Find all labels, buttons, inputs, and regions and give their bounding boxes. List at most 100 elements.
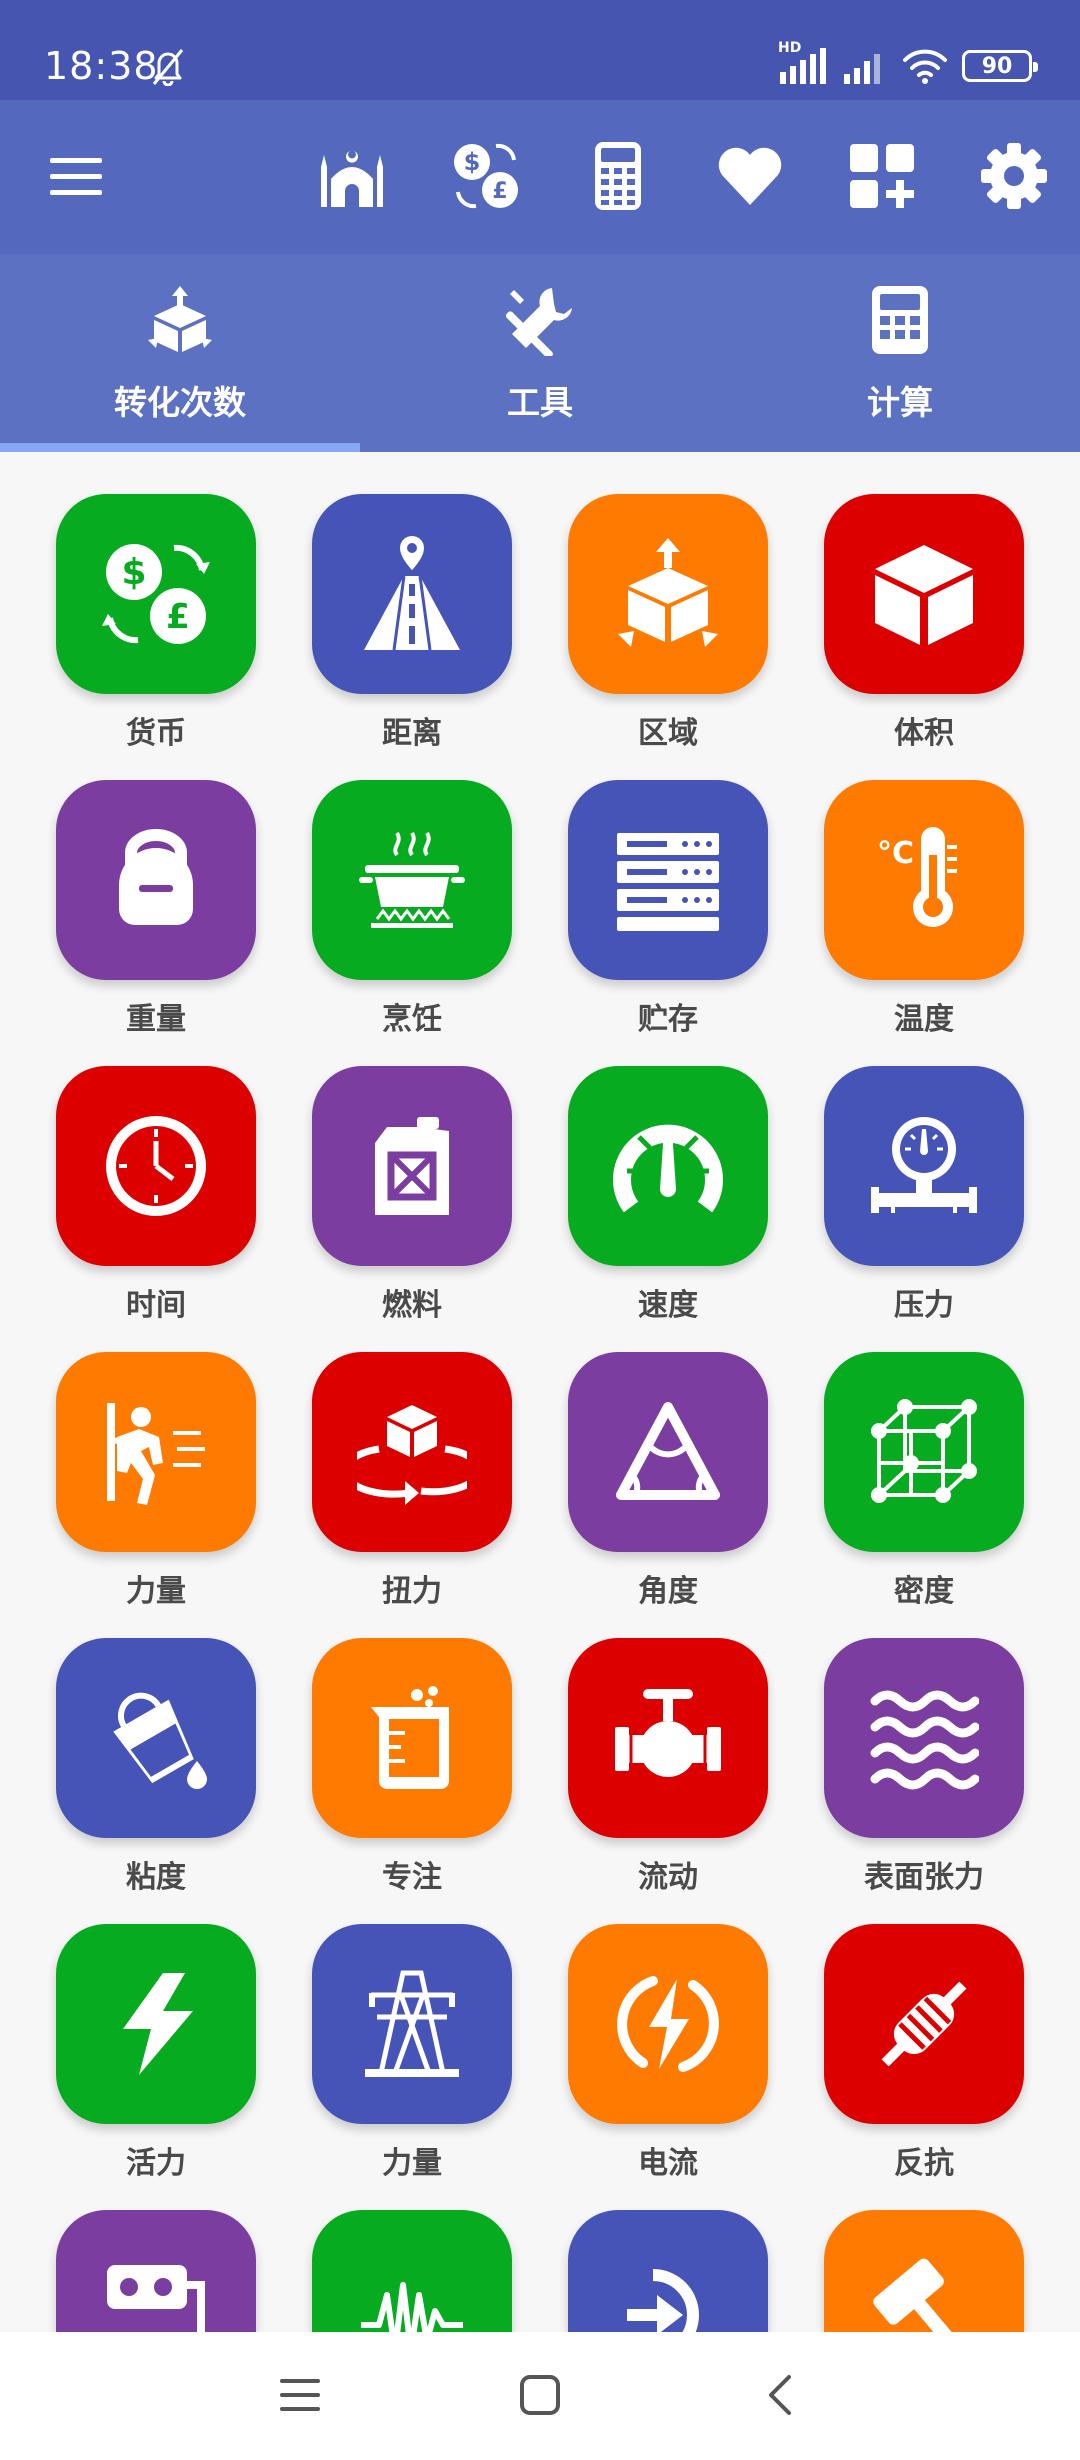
tab-calculate[interactable]: 计算: [720, 254, 1080, 452]
unit-tile-frequency[interactable]: [284, 2168, 540, 2332]
back-button[interactable]: [740, 2360, 820, 2430]
calculator-button[interactable]: [578, 136, 658, 216]
unit-tile-current[interactable]: 电流: [540, 1882, 796, 2181]
fuel-can-icon: [375, 1117, 449, 1215]
density-lattice-icon: [871, 1399, 977, 1503]
unit-tile-hammer[interactable]: [796, 2168, 1052, 2332]
wifi-icon: [902, 47, 948, 85]
unit-tile-plug[interactable]: [540, 2168, 796, 2332]
tools-icon: [504, 284, 576, 359]
menu-button[interactable]: [36, 136, 116, 216]
home-button[interactable]: [500, 2360, 580, 2430]
tab-label: 计算: [867, 383, 933, 422]
tile-background: [824, 1352, 1024, 1552]
battery-level: 90: [981, 53, 1013, 79]
conversion-grid: $ £ 货币 距离 区域 体积 重量 烹饪 贮存 °C 温度 时间 燃料 速度 …: [0, 452, 1080, 2332]
cube-icon: [875, 545, 973, 645]
unit-tile-temperature[interactable]: °C 温度: [796, 738, 1052, 1037]
power-tower-icon: [365, 1970, 459, 2077]
tile-background: [312, 1924, 512, 2124]
recents-button[interactable]: [260, 2360, 340, 2430]
tile-background: [568, 1924, 768, 2124]
tile-background: [568, 2210, 768, 2332]
tile-background: [568, 1638, 768, 1838]
tile-background: [56, 2210, 256, 2332]
unit-tile-distance[interactable]: 距离: [284, 452, 540, 751]
unit-tile-angle[interactable]: 角度: [540, 1310, 796, 1609]
valve-icon: [615, 1689, 721, 1777]
unit-tile-time[interactable]: 时间: [28, 1024, 284, 1323]
tile-background: [56, 780, 256, 980]
back-icon: [769, 2375, 791, 2415]
status-bar: 18:38 HD 90: [0, 0, 1080, 100]
torque-icon: [357, 1405, 467, 1505]
frequency-wave-icon: [361, 2282, 463, 2332]
svg-text:°C: °C: [877, 836, 914, 871]
system-nav-bar: [0, 2332, 1080, 2460]
beaker-icon: [371, 1686, 449, 1789]
waves-icon: [870, 1690, 979, 1790]
currency-icon: $£: [102, 544, 210, 644]
hammer-icon: [873, 2258, 961, 2332]
area-box-icon: [618, 538, 718, 647]
app-toolbar: $ £: [0, 100, 1080, 254]
heart-icon: [718, 147, 782, 205]
tile-background: [312, 1352, 512, 1552]
tile-background: [824, 1924, 1024, 2124]
conversion-icon: [144, 284, 216, 356]
menu-icon: [50, 158, 102, 195]
bell-off-icon: [150, 46, 186, 87]
tile-background: [56, 1638, 256, 1838]
unit-tile-flow[interactable]: 流动: [540, 1596, 796, 1895]
add-widget-icon: [850, 144, 914, 208]
pressure-gauge-icon: [871, 1117, 977, 1213]
unit-tile-weight[interactable]: 重量: [28, 738, 284, 1037]
unit-tile-speed[interactable]: 速度: [540, 1024, 796, 1323]
currency-button[interactable]: $ £: [446, 136, 526, 216]
unit-tile-density[interactable]: 密度: [796, 1310, 1052, 1609]
selected-tab-indicator: [0, 443, 360, 452]
electric-current-icon: [617, 1976, 719, 2072]
unit-tile-area[interactable]: 区域: [540, 452, 796, 751]
storage-server-icon: [617, 833, 719, 931]
home-icon: [520, 2375, 560, 2415]
currency-exchange-icon: $£: [454, 143, 518, 209]
tile-background: [824, 494, 1024, 694]
tile-background: [824, 1638, 1024, 1838]
cooking-pot-icon: [359, 831, 465, 928]
unit-tile-volume[interactable]: 体积: [796, 452, 1052, 751]
tile-background: [568, 1066, 768, 1266]
unit-tile-concentration[interactable]: 专注: [284, 1596, 540, 1895]
unit-tile-cooking[interactable]: 烹饪: [284, 738, 540, 1037]
tile-background: [56, 1066, 256, 1266]
unit-tile-viscosity[interactable]: 粘度: [28, 1596, 284, 1895]
unit-tile-force[interactable]: 力量: [28, 1310, 284, 1609]
prayer-times-button[interactable]: [312, 136, 392, 216]
unit-tile-fuel[interactable]: 燃料: [284, 1024, 540, 1323]
unit-tile-surface-tension[interactable]: 表面张力: [796, 1596, 1052, 1895]
tab-conversions[interactable]: 转化次数: [0, 254, 360, 452]
unit-tile-resistance[interactable]: 反抗: [796, 1882, 1052, 2181]
tile-background: [312, 1066, 512, 1266]
clock-icon: [106, 1116, 206, 1216]
unit-tile-energy[interactable]: 活力: [28, 1882, 284, 2181]
thermometer-icon: °C: [877, 827, 957, 927]
unit-tile-power[interactable]: 力量: [284, 1882, 540, 2181]
plug-icon: [627, 2269, 699, 2332]
battery-icon: 90: [962, 50, 1038, 82]
unit-tile-currency[interactable]: $ £ 货币: [28, 452, 284, 751]
unit-tile-storage[interactable]: 贮存: [540, 738, 796, 1037]
unit-tile-power-strip[interactable]: [28, 2168, 284, 2332]
favorites-button[interactable]: [710, 136, 790, 216]
pouring-bucket-icon: [113, 1692, 207, 1789]
unit-tile-pressure[interactable]: 压力: [796, 1024, 1052, 1323]
status-indicators: HD 90: [778, 40, 1038, 86]
tile-background: [568, 780, 768, 980]
svg-text:$: $: [464, 148, 481, 176]
tab-tools[interactable]: 工具: [360, 254, 720, 452]
add-widget-button[interactable]: [842, 136, 922, 216]
unit-tile-torque[interactable]: 扭力: [284, 1310, 540, 1609]
tab-label: 转化次数: [114, 383, 246, 422]
status-time: 18:38: [44, 44, 159, 88]
settings-button[interactable]: [974, 136, 1054, 216]
